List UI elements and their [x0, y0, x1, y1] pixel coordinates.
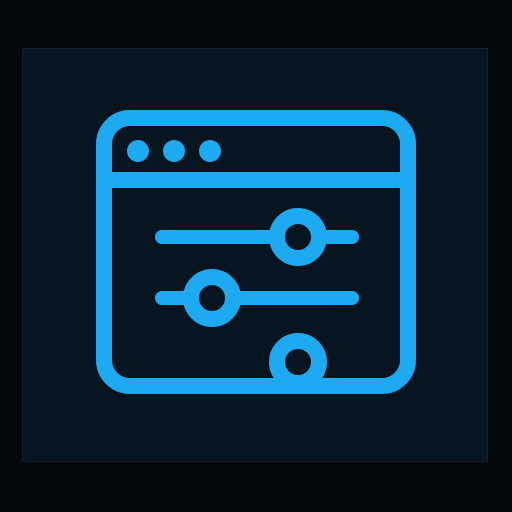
- window-frame: [96, 110, 416, 394]
- slider-2-knob[interactable]: [183, 269, 241, 327]
- window-dot-icon: [199, 140, 221, 162]
- icon-canvas: [0, 0, 512, 512]
- slider-1-knob[interactable]: [269, 208, 327, 266]
- slider-3[interactable]: [269, 333, 327, 391]
- browser-settings-sliders-icon: [96, 110, 416, 394]
- window-dot-icon: [163, 140, 185, 162]
- slider-1[interactable]: [155, 208, 359, 266]
- slider-2[interactable]: [155, 269, 359, 327]
- window-dot-icon: [127, 140, 149, 162]
- slider-3-knob[interactable]: [269, 333, 327, 391]
